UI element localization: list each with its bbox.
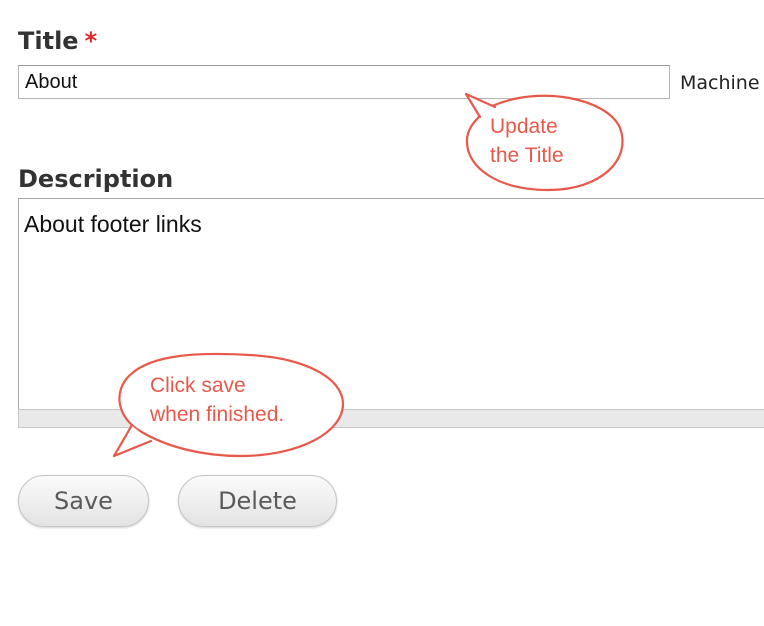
textarea-resize-handle[interactable] bbox=[18, 409, 764, 428]
delete-button[interactable]: Delete bbox=[178, 475, 337, 527]
description-textarea[interactable]: About footer links bbox=[18, 198, 764, 410]
description-label: Description bbox=[18, 165, 174, 193]
title-label: Title * bbox=[18, 27, 97, 55]
title-input[interactable] bbox=[18, 65, 670, 99]
machine-name-label: Machine bbox=[680, 72, 760, 94]
update-title-callout: Update the Title bbox=[464, 92, 624, 192]
save-button[interactable]: Save bbox=[18, 475, 149, 527]
title-label-text: Title bbox=[18, 27, 79, 55]
update-title-line-2: the Title bbox=[490, 144, 564, 167]
update-title-line-1: Update bbox=[490, 115, 558, 138]
required-marker: * bbox=[84, 27, 98, 55]
